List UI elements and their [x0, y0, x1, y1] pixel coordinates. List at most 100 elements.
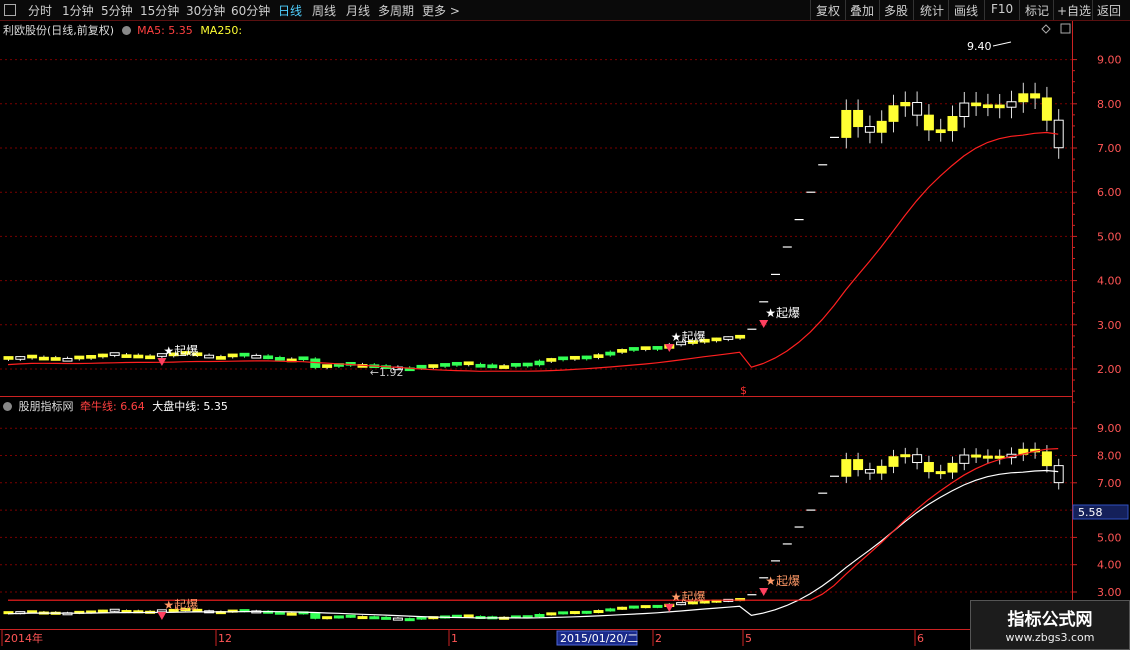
f10-button[interactable]: F10	[991, 2, 1013, 16]
price-candle	[676, 341, 687, 346]
period-fenshi[interactable]: 分时	[28, 2, 52, 19]
price-panel-header: 利欧股份(日线,前复权) MA5: 5.35 MA250:	[3, 22, 242, 38]
price-candle	[404, 367, 415, 372]
price-candle	[392, 366, 403, 371]
mark-button[interactable]: 标记	[1025, 2, 1049, 19]
price-candle	[204, 354, 215, 359]
price-tick-label: 9.00	[1097, 54, 1122, 67]
indicator-candle	[1041, 451, 1052, 467]
indicator-candle	[522, 615, 533, 619]
indicator-candle	[381, 616, 392, 620]
indicator-candle	[864, 469, 875, 474]
period-multi[interactable]: 多周期	[378, 2, 414, 19]
date-label: 2	[655, 632, 662, 645]
stats-button[interactable]: 统计	[920, 2, 944, 19]
indicator-tick-label: 8.00	[1097, 450, 1122, 463]
price-candle	[888, 105, 899, 122]
more-menu[interactable]: 更多 >	[422, 2, 460, 19]
indicator-tick-label: 4.00	[1097, 559, 1122, 572]
price-candle	[62, 357, 73, 362]
period-daily[interactable]: 日线	[278, 2, 302, 19]
indicator-candle	[1030, 448, 1041, 453]
indicator-candle	[109, 608, 120, 612]
indicator-candle	[935, 471, 946, 475]
price-candle	[853, 109, 864, 128]
period-30min[interactable]: 30分钟	[186, 2, 225, 19]
price-tick-label: 8.00	[1097, 98, 1122, 111]
indicator-candle	[923, 462, 934, 473]
price-candle	[428, 364, 439, 368]
price-candle	[109, 352, 120, 356]
price-candle	[499, 365, 510, 369]
window-icon[interactable]	[4, 4, 16, 16]
price-candle	[416, 364, 427, 369]
price-candle	[263, 355, 274, 360]
signal-label: ★起爆	[671, 590, 706, 604]
indicator-candle	[687, 601, 698, 605]
indicator-candle	[145, 610, 156, 614]
price-candle	[994, 104, 1005, 109]
indicator-candle	[971, 454, 982, 458]
indicator-candle	[369, 616, 380, 620]
price-candle	[168, 352, 179, 357]
indicator-candle	[50, 611, 61, 615]
draw-line-button[interactable]: 画线	[954, 2, 978, 19]
indicator-candle	[3, 611, 14, 615]
price-candle	[86, 355, 97, 359]
indicator-candle	[581, 610, 592, 614]
indicator-candle	[133, 610, 144, 614]
price-candle	[959, 102, 970, 118]
overlay-button[interactable]: 叠加	[850, 2, 874, 19]
price-candle	[617, 349, 628, 353]
date-label: 12	[218, 632, 232, 645]
indicator-candle	[404, 618, 415, 622]
price-candle	[74, 355, 85, 360]
date-label: 5	[745, 632, 752, 645]
indicator-candle	[156, 609, 167, 613]
price-candle	[322, 364, 333, 368]
price-candle	[3, 356, 14, 360]
settings-icon[interactable]	[3, 402, 12, 411]
indicator-candle	[204, 610, 215, 614]
settings-icon[interactable]	[121, 26, 131, 35]
indicator-candle	[1018, 448, 1029, 455]
price-candle	[133, 354, 144, 359]
maximize-icon	[1060, 23, 1071, 34]
period-1min[interactable]: 1分钟	[62, 2, 94, 19]
indicator-candle	[841, 459, 852, 477]
toolbar: 分时 1分钟 5分钟 15分钟 30分钟 60分钟 日线 周线 月线 多周期 更…	[0, 0, 1130, 21]
price-candle	[145, 355, 156, 360]
price-candle	[699, 338, 710, 343]
add-watchlist-button[interactable]: +自选	[1057, 2, 1091, 19]
date-label: 2014年	[4, 631, 43, 645]
indicator-tick-label: 6.00	[1097, 504, 1122, 517]
period-weekly[interactable]: 周线	[312, 2, 336, 19]
indicator-candle	[628, 605, 639, 609]
period-monthly[interactable]: 月线	[346, 2, 370, 19]
high-pointer	[992, 41, 1012, 47]
indicator-candle	[263, 610, 274, 614]
period-5min[interactable]: 5分钟	[101, 2, 133, 19]
price-candle	[581, 355, 592, 360]
price-candle	[711, 337, 722, 342]
indicator-candle	[180, 608, 191, 612]
price-candle	[935, 129, 946, 134]
indicator-candle	[605, 608, 616, 612]
multi-stock-button[interactable]: 多股	[884, 2, 908, 19]
indicator-candle	[735, 598, 746, 602]
back-button[interactable]: 返回	[1097, 2, 1121, 19]
indicator-candle	[38, 611, 49, 615]
watermark-logo: 指标公式网 www.zbgs3.com	[970, 600, 1130, 650]
period-60min[interactable]: 60分钟	[231, 2, 270, 19]
indicator-candle	[121, 610, 132, 614]
signal-label: ★起爆	[765, 574, 800, 588]
ma5-label: MA5: 5.35	[137, 24, 193, 37]
indicator-candle	[853, 459, 864, 471]
fuquan-button[interactable]: 复权	[816, 2, 840, 19]
price-candle	[982, 104, 993, 109]
price-candle	[522, 362, 533, 367]
indicator-candle	[876, 465, 887, 474]
period-15min[interactable]: 15分钟	[140, 2, 179, 19]
signal-diamond-icon	[157, 612, 167, 620]
indicator-candle	[947, 462, 958, 473]
